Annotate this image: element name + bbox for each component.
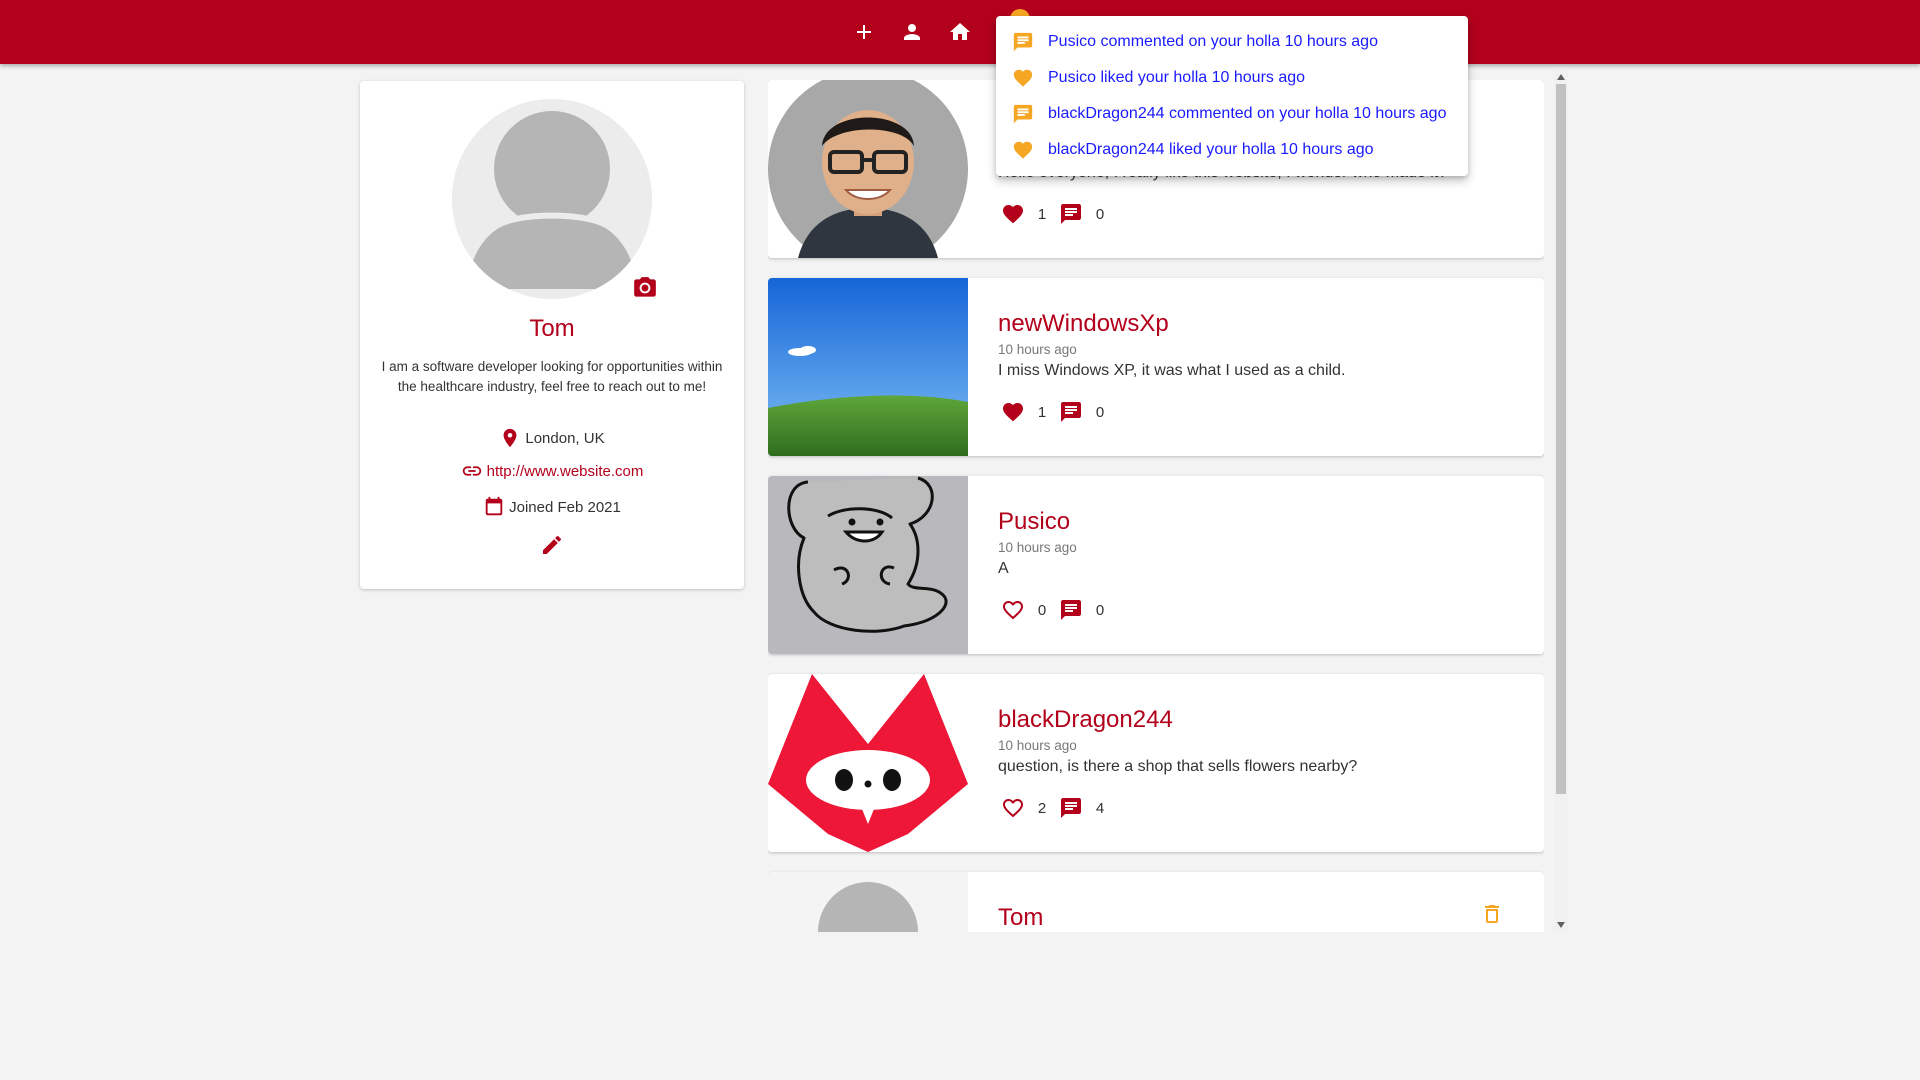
edit-profile-button[interactable] [540, 533, 566, 559]
heart-icon [1013, 141, 1033, 159]
heart-icon [1013, 69, 1033, 87]
post-author[interactable]: Pusico [998, 508, 1070, 536]
like-count: 0 [1037, 601, 1047, 619]
post-body: question, is there a shop that sells flo… [998, 758, 1358, 775]
post-author-image[interactable] [768, 278, 968, 456]
notification-item[interactable]: blackDragon244 commented on your holla 1… [996, 96, 1468, 132]
comment-count: 0 [1095, 205, 1105, 223]
comment-icon [1013, 32, 1033, 52]
camera-icon [634, 277, 656, 297]
delete-post-button[interactable] [1480, 902, 1506, 928]
profile-website: http://www.website.com [360, 460, 744, 482]
scroll-up-arrow[interactable] [1554, 70, 1568, 84]
notifications-menu: Pusico commented on your holla 10 hours … [996, 16, 1468, 176]
post-feed: Hello everyone, I really like this websi… [768, 80, 1544, 932]
post-card: newWindowsXp 10 hours ago I miss Windows… [768, 278, 1544, 456]
post-actions: 0 0 [998, 596, 1114, 624]
like-count: 1 [1037, 205, 1047, 223]
comment-count: 4 [1095, 799, 1105, 817]
man-photo-image [768, 80, 968, 258]
comment-icon [1061, 402, 1081, 422]
default-avatar-icon [452, 99, 652, 299]
post-card: Pusico 10 hours ago A 0 0 [768, 476, 1544, 654]
caret-up-icon [1557, 74, 1565, 80]
profile-joined-text: Joined Feb 2021 [509, 498, 621, 516]
website-link[interactable]: http://www.website.com [487, 463, 644, 480]
post-card: Tom [768, 872, 1544, 932]
notification-text[interactable]: blackDragon244 liked your holla 10 hours… [1048, 141, 1374, 159]
comment-icon [1013, 104, 1033, 124]
profile-location-text: London, UK [525, 429, 605, 447]
profile-joined: Joined Feb 2021 [360, 496, 744, 518]
comment-icon [1061, 798, 1081, 818]
post-body: A [998, 560, 1009, 577]
post-actions: 2 4 [998, 794, 1114, 822]
person-icon [904, 24, 920, 40]
post-author[interactable]: blackDragon244 [998, 706, 1173, 734]
profile-avatar [452, 99, 652, 299]
heart-filled-icon [1003, 403, 1023, 422]
trash-icon [1485, 905, 1499, 923]
post-author-image[interactable] [768, 476, 968, 654]
home-button[interactable] [944, 16, 976, 48]
location-pin-icon [503, 428, 517, 448]
notification-text[interactable]: blackDragon244 commented on your holla 1… [1048, 105, 1446, 123]
plus-icon [857, 25, 871, 39]
add-post-button[interactable] [848, 16, 880, 48]
post-actions: 1 0 [998, 200, 1114, 228]
profile-bio: I am a software developer looking for op… [381, 359, 723, 394]
notification-text[interactable]: Pusico commented on your holla 10 hours … [1048, 33, 1378, 51]
comment-count: 0 [1095, 601, 1105, 619]
post-author[interactable]: newWindowsXp [998, 310, 1169, 338]
comment-count: 0 [1095, 403, 1105, 421]
notification-item[interactable]: Pusico commented on your holla 10 hours … [996, 24, 1468, 60]
post-actions: 1 0 [998, 398, 1114, 426]
post-author-image[interactable] [768, 872, 968, 932]
default-avatar-icon [768, 872, 968, 932]
like-button[interactable] [998, 398, 1028, 426]
like-button[interactable] [998, 794, 1028, 822]
comment-icon [1061, 204, 1081, 224]
comment-button[interactable] [1056, 794, 1086, 822]
change-photo-button[interactable] [632, 275, 658, 301]
profile-button[interactable] [896, 16, 928, 48]
heart-outline-icon [1003, 601, 1023, 620]
post-time: 10 hours ago [998, 540, 1077, 555]
comment-button[interactable] [1056, 398, 1086, 426]
feed-scrollbar[interactable] [1554, 70, 1568, 932]
notification-item[interactable]: Pusico liked your holla 10 hours ago [996, 60, 1468, 96]
post-card: blackDragon244 10 hours ago question, is… [768, 674, 1544, 852]
post-author-image[interactable] [768, 80, 968, 258]
comment-button[interactable] [1056, 596, 1086, 624]
comment-button[interactable] [1056, 200, 1086, 228]
top-app-bar [0, 0, 1920, 64]
profile-location: London, UK [360, 427, 744, 449]
profile-name[interactable]: Tom [360, 315, 744, 343]
profile-card: Tom I am a software developer looking fo… [360, 81, 744, 589]
like-button[interactable] [998, 200, 1028, 228]
notification-text[interactable]: Pusico liked your holla 10 hours ago [1048, 69, 1305, 87]
elephant-drawing-image [768, 476, 968, 654]
like-count: 2 [1037, 799, 1047, 817]
caret-down-icon [1557, 922, 1565, 928]
comment-icon [1061, 600, 1081, 620]
red-fox-logo-image [768, 674, 968, 852]
bliss-landscape-image [768, 278, 968, 456]
post-author-image[interactable] [768, 674, 968, 852]
heart-outline-icon [1003, 799, 1023, 818]
home-icon [950, 23, 970, 40]
like-count: 1 [1037, 403, 1047, 421]
calendar-icon [485, 496, 503, 516]
heart-filled-icon [1003, 205, 1023, 224]
pencil-icon [543, 535, 562, 554]
link-icon [462, 466, 481, 476]
scroll-down-arrow[interactable] [1554, 918, 1568, 932]
post-time: 10 hours ago [998, 738, 1077, 753]
post-author[interactable]: Tom [998, 904, 1043, 932]
post-body: I miss Windows XP, it was what I used as… [998, 362, 1346, 379]
notification-item[interactable]: blackDragon244 liked your holla 10 hours… [996, 132, 1468, 168]
like-button[interactable] [998, 596, 1028, 624]
scrollbar-thumb[interactable] [1556, 84, 1566, 794]
post-time: 10 hours ago [998, 342, 1077, 357]
